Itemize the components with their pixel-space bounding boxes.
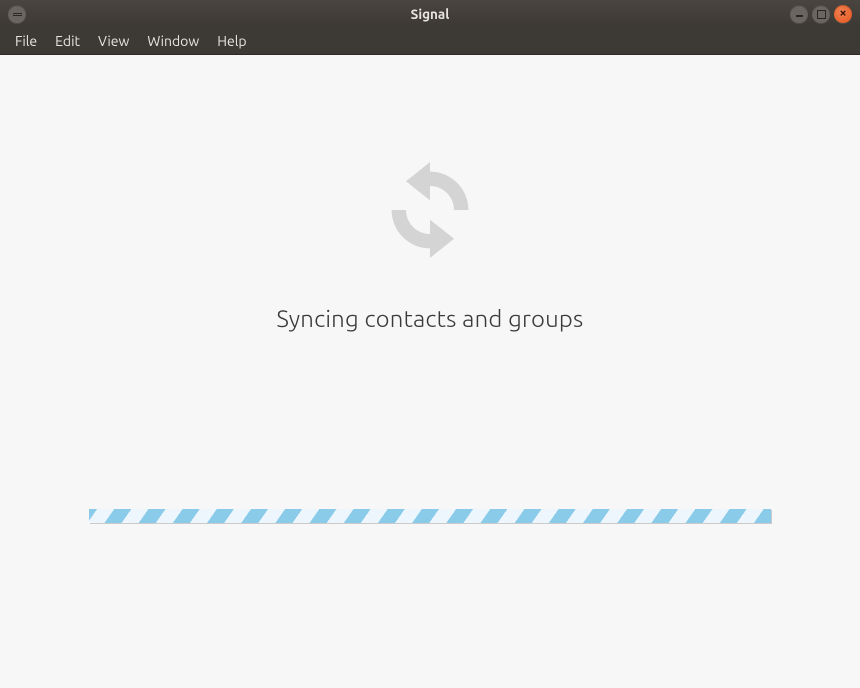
- window-title: Signal: [411, 6, 450, 22]
- app-menu-icon[interactable]: [8, 5, 26, 23]
- window-controls-right: [790, 5, 860, 23]
- sync-status-text: Syncing contacts and groups: [277, 305, 584, 332]
- menu-help[interactable]: Help: [208, 30, 255, 52]
- menu-window[interactable]: Window: [138, 30, 208, 52]
- window-titlebar: Signal: [0, 0, 860, 28]
- progress-bar: [89, 509, 771, 523]
- sync-icon: [370, 150, 490, 270]
- menubar: File Edit View Window Help: [0, 28, 860, 55]
- close-button[interactable]: [834, 5, 852, 23]
- window-controls-left: [0, 5, 26, 23]
- maximize-button[interactable]: [812, 5, 830, 23]
- menu-file[interactable]: File: [6, 30, 46, 52]
- menu-view[interactable]: View: [89, 30, 138, 52]
- menu-edit[interactable]: Edit: [46, 30, 89, 52]
- minimize-button[interactable]: [790, 5, 808, 23]
- main-content: Syncing contacts and groups: [0, 55, 860, 688]
- progress-container: [89, 509, 771, 523]
